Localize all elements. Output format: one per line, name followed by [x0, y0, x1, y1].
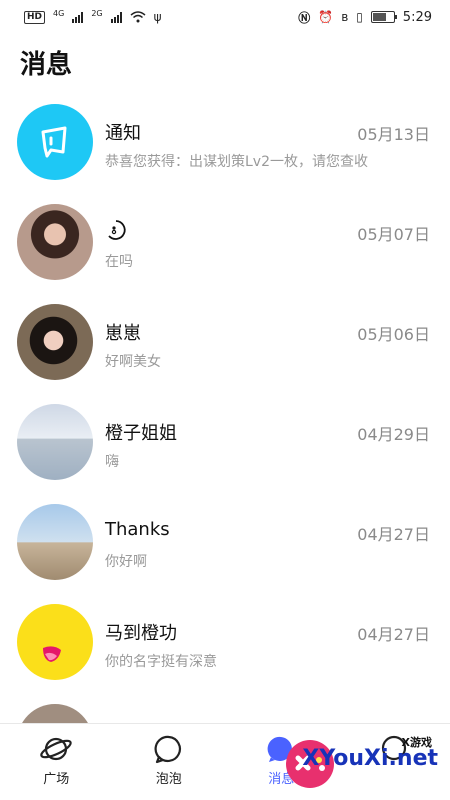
- contact-name: 崽崽: [105, 323, 141, 344]
- bottom-nav: 广场 泡泡 消息: [0, 723, 450, 800]
- clock: 5:29: [402, 9, 432, 25]
- list-item[interactable]: 马到橙功 你的名字挺有深意 04月27日: [0, 593, 450, 693]
- avatar: [17, 604, 93, 680]
- network-2g-label: 2G: [91, 8, 103, 18]
- avatar: [17, 104, 93, 180]
- bluetooth-icon: ʙ: [341, 10, 349, 24]
- nfc-icon: Ⓝ: [298, 10, 311, 25]
- status-left: HD 4G 2G ψ: [24, 8, 162, 24]
- page-title: 消息: [20, 50, 73, 80]
- contact-name: [105, 219, 127, 241]
- nav-messages[interactable]: 消息: [225, 724, 338, 800]
- status-bar: HD 4G 2G ψ Ⓝ ⏰ ʙ ▯ 5:29: [0, 0, 450, 34]
- message-date: 05月07日: [357, 225, 430, 244]
- bubble-icon: [154, 735, 181, 764]
- profile-icon: [381, 735, 406, 761]
- message-date: 04月29日: [357, 425, 430, 444]
- nav-label: 广场: [43, 772, 70, 787]
- nav-profile[interactable]: [338, 724, 450, 800]
- megaphone-icon: [41, 126, 67, 158]
- message-date: 04月27日: [357, 625, 430, 644]
- message-preview: 好啊美女: [105, 354, 161, 370]
- contact-name: Thanks: [105, 519, 170, 540]
- avatar: [17, 404, 93, 480]
- list-item[interactable]: 崽崽 好啊美女 05月06日: [0, 293, 450, 393]
- nav-square[interactable]: 广场: [0, 724, 113, 800]
- avatar: [17, 704, 93, 723]
- vibrate-icon: ▯: [356, 10, 363, 24]
- list-item[interactable]: Thanks 你好啊 04月27日: [0, 493, 450, 593]
- contact-name: 橙子姐姐: [105, 423, 177, 444]
- status-right: Ⓝ ⏰ ʙ ▯ 5:29: [298, 9, 432, 26]
- signal-icon: [72, 11, 84, 23]
- message-preview: 你好啊: [105, 554, 147, 570]
- usb-icon: ψ: [153, 10, 162, 24]
- network-4g-label: 4G: [53, 8, 65, 18]
- avatar: [17, 204, 93, 280]
- wifi-icon: [130, 11, 146, 23]
- nav-label: 泡泡: [155, 772, 182, 787]
- message-preview: 嗨: [105, 454, 119, 470]
- yellow-face-icon: [43, 646, 61, 662]
- list-item[interactable]: 通知 恭喜您获得：出谋划策Lv2一枚，请您查收 05月13日: [0, 93, 450, 193]
- contact-name: 马到橙功: [105, 623, 177, 644]
- message-date: 05月06日: [357, 325, 430, 344]
- alarm-icon: ⏰: [318, 10, 334, 24]
- contact-name: 通知: [105, 123, 141, 144]
- nav-label: 消息: [268, 772, 295, 787]
- message-preview: 你的名字挺有深意: [105, 654, 217, 670]
- list-item[interactable]: 橙子姐姐 嗨 04月29日: [0, 393, 450, 493]
- message-date: 05月13日: [357, 125, 430, 144]
- avatar: [17, 504, 93, 580]
- message-list: 通知 恭喜您获得：出谋划策Lv2一枚，请您查收 05月13日 在吗 05月07日…: [0, 93, 450, 723]
- avatar: [17, 304, 93, 380]
- message-icon: [267, 736, 293, 762]
- emoji-face-icon: [108, 220, 126, 240]
- hd-badge: HD: [24, 10, 46, 24]
- message-preview: 在吗: [105, 254, 133, 270]
- battery-icon: [370, 11, 397, 23]
- message-date: 04月27日: [357, 525, 430, 544]
- signal-icon-2: [110, 11, 122, 23]
- message-preview: 恭喜您获得：出谋划策Lv2一枚，请您查收: [105, 154, 368, 170]
- list-item-partial[interactable]: [0, 693, 450, 723]
- planet-icon: [40, 737, 73, 761]
- nav-bubble[interactable]: 泡泡: [113, 724, 226, 800]
- list-item[interactable]: 在吗 05月07日: [0, 193, 450, 293]
